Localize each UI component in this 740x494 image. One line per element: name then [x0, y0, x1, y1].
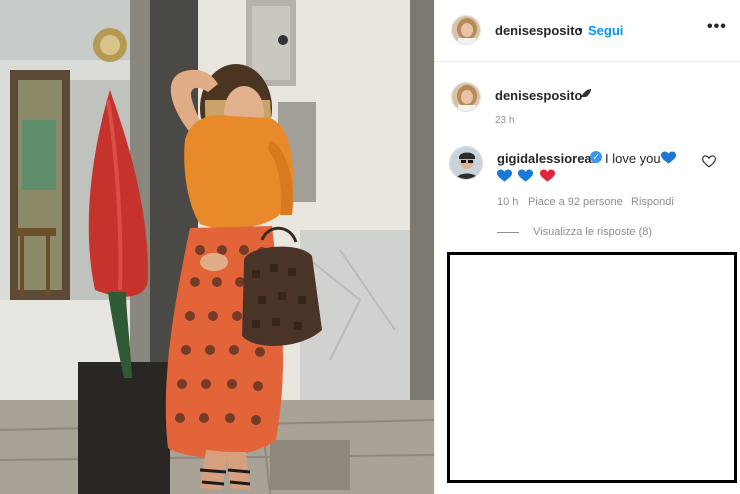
blue-heart-icon [518, 169, 534, 182]
caption-username[interactable]: denisesposito [495, 88, 582, 103]
commenter-avatar[interactable] [449, 146, 483, 180]
post-side-panel: denisesposito • Segui ••• denisesposito … [434, 0, 740, 494]
like-comment-heart-icon[interactable] [702, 155, 716, 168]
comment-text: I love you [605, 151, 661, 166]
more-options-icon[interactable]: ••• [707, 18, 727, 36]
comment-likes-link[interactable]: Piace a 92 persone [528, 196, 623, 208]
verified-badge-icon: ✓ [590, 151, 602, 163]
commenter-username[interactable]: gigidalessioreal [497, 151, 595, 166]
blue-heart-icon [497, 169, 512, 182]
post-photo[interactable] [0, 0, 434, 494]
red-heart-icon [539, 169, 555, 182]
comment-timestamp: 10 h [497, 196, 519, 208]
redacted-box [447, 252, 737, 483]
post-header: denisesposito • Segui ••• [435, 0, 740, 62]
caption-timestamp: 23 h [495, 115, 515, 126]
reply-button[interactable]: Rispondi [631, 196, 674, 208]
follow-button[interactable]: Segui [588, 23, 623, 38]
separator-dot: • [578, 22, 583, 37]
rocket-icon [580, 88, 592, 101]
blue-heart-icon [661, 149, 678, 167]
hearts-row [497, 167, 557, 185]
view-replies-label: Visualizza le risposte (8) [533, 226, 653, 238]
replies-divider [497, 232, 519, 233]
post-image [0, 0, 434, 494]
author-username[interactable]: denisesposito [495, 23, 582, 38]
caption-avatar[interactable] [451, 82, 481, 112]
author-avatar[interactable] [451, 15, 481, 45]
